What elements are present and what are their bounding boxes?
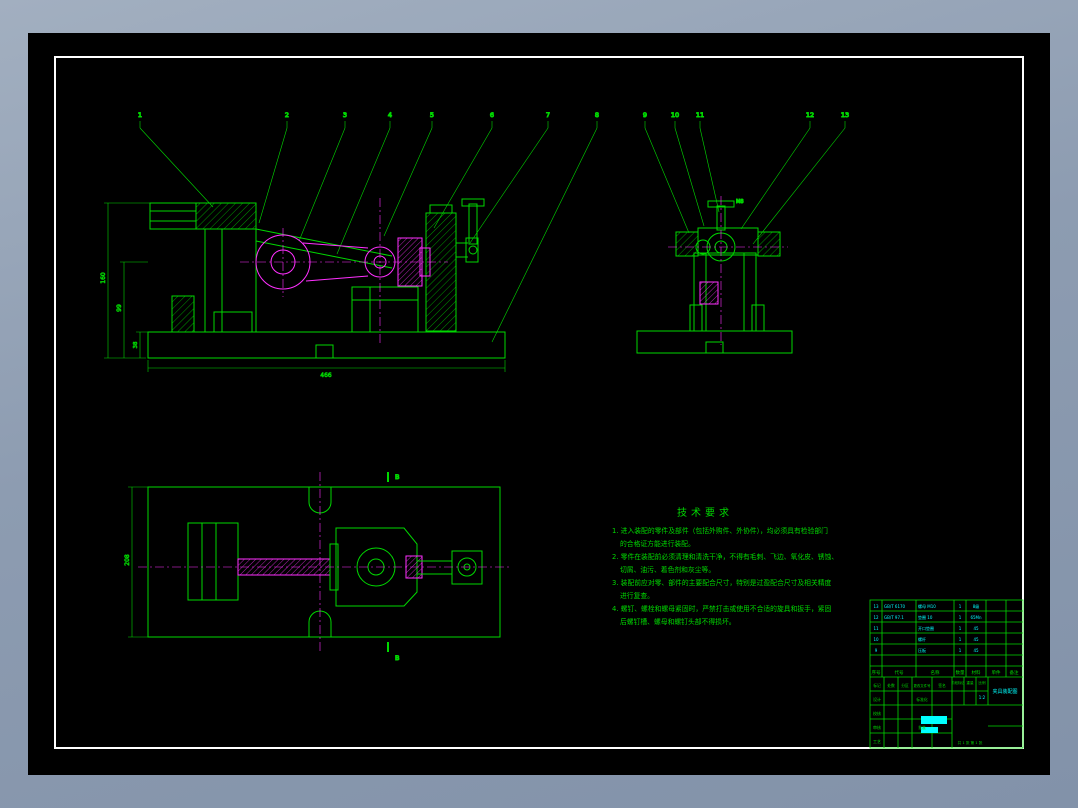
bom-cell: 1 [959, 604, 962, 609]
bom-cell: 1 [959, 648, 962, 653]
bom-cell: 12 [873, 615, 879, 620]
balloon-12: 12 [806, 111, 814, 119]
tech-line: 1. 进入装配的零件及部件（包括外购件、外协件），均必须具有检验部门 [612, 526, 828, 535]
tb-label: 设计 [873, 696, 881, 702]
tb-label: 标准化 [916, 697, 928, 702]
highlight-block [921, 716, 947, 724]
tech-line: 进行复查。 [620, 591, 654, 600]
bom-header: 序号 [872, 669, 881, 676]
tb-label: 校核 [873, 710, 881, 716]
tb-label: 审核 [873, 724, 881, 730]
tb-scale-value: 1:2 [979, 695, 986, 700]
bom-header: 数量 [956, 669, 965, 676]
dim-side-mid: 99 [116, 304, 123, 312]
dim-side-overall: 160 [100, 272, 107, 284]
tech-line: 2. 零件在装配前必须清理和清洗干净，不得有毛刺、飞边、氧化皮、锈蚀、 [612, 552, 838, 561]
tb-label: 标记 [873, 683, 881, 688]
tb-sheet: 共 1 张 第 1 张 [958, 740, 983, 745]
bom-cell: 10 [873, 637, 879, 642]
balloon-5: 5 [430, 111, 434, 119]
tb-label: 工艺 [873, 739, 881, 744]
tb-label: 比例 [978, 680, 986, 685]
section-label-bottom: B [395, 654, 399, 662]
thread-label: M8 [736, 199, 744, 205]
left-clamp-block [675, 231, 699, 257]
balloon-4: 4 [388, 111, 392, 119]
dim-side-lower: 38 [133, 341, 139, 348]
tb-label: 处数 [887, 683, 895, 688]
balloon-2: 2 [285, 111, 289, 119]
bom-cell: 1 [959, 637, 962, 642]
bom-header: 单件 [992, 669, 1001, 676]
balloon-11: 11 [696, 111, 704, 119]
bom-cell: 45 [973, 648, 979, 653]
tech-line: 4. 螺钉、螺栓和螺母紧固时，严禁打击或使用不合适的旋具和扳手，紧固 [612, 604, 832, 613]
drawing-sheet: 1 2 3 4 5 6 7 8 9 10 11 12 13 M8 B B 160… [28, 33, 1050, 775]
right-clamp-block [757, 231, 781, 257]
section-label-top: B [395, 473, 399, 481]
tb-label: 批准 [918, 725, 926, 730]
bom-cell: 65Mn [970, 615, 982, 620]
balloon-1: 1 [138, 111, 142, 119]
balloon-7: 7 [546, 111, 550, 119]
balloon-10: 10 [671, 111, 679, 119]
tech-line: 的合格证方能进行装配。 [620, 539, 695, 548]
cad-preview-viewport: 1 2 3 4 5 6 7 8 9 10 11 12 13 M8 B B 160… [0, 0, 1078, 808]
bom-cell: 开口垫圈 [918, 625, 934, 631]
tb-drawing-title: 夹具装配图 [992, 688, 1017, 695]
tech-title: 技术要求 [677, 506, 733, 519]
tb-label: 签名 [938, 683, 946, 688]
bom-cell: 45 [973, 637, 979, 642]
balloon-3: 3 [343, 111, 347, 119]
bom-header: 代号 [895, 669, 904, 676]
bom-cell: 压板 [918, 647, 926, 653]
balloon-6: 6 [490, 111, 494, 119]
bom-header: 名称 [931, 669, 940, 676]
locator-block [171, 295, 195, 333]
bom-header: 材料 [972, 669, 981, 676]
tb-label: 重量 [966, 680, 974, 685]
tb-label: 分区 [901, 683, 909, 688]
dim-side-width: 466 [320, 372, 332, 379]
bom-cell: 1 [959, 626, 962, 631]
bom-cell: GB/T 6170 [884, 604, 906, 609]
balloon-13: 13 [841, 111, 849, 119]
bom-cell: 9 [875, 648, 878, 653]
bom-cell: 13 [873, 604, 879, 609]
bom-cell: 螺杆 [918, 636, 926, 642]
bom-cell: 8级 [973, 603, 980, 609]
tb-label: 更改文件号 [914, 683, 932, 688]
bom-cell: 1 [959, 615, 962, 620]
tech-line: 后螺钉槽、螺母和螺钉头部不得损坏。 [620, 617, 736, 626]
dim-plan-depth: 208 [124, 554, 131, 566]
bom-cell: 45 [973, 626, 979, 631]
bom-cell: 11 [873, 626, 879, 631]
tb-label: 阶段标记 [952, 680, 966, 685]
tech-line: 切屑、油污、着色剂和灰尘等。 [620, 565, 715, 574]
balloon-8: 8 [595, 111, 599, 119]
balloon-9: 9 [643, 111, 647, 119]
bom-cell: GB/T 97.1 [884, 615, 904, 620]
workpiece-end [699, 281, 719, 305]
clamp-arm-section [195, 202, 257, 230]
bom-cell: 螺母 M10 [918, 603, 936, 609]
bom-cell: 垫圈 10 [918, 614, 933, 620]
tech-line: 3. 装配前应对零、部件的主要配合尺寸，特别是过盈配合尺寸及相关精度 [612, 578, 832, 587]
paper [28, 33, 1050, 775]
bom-header: 备注 [1010, 669, 1019, 676]
